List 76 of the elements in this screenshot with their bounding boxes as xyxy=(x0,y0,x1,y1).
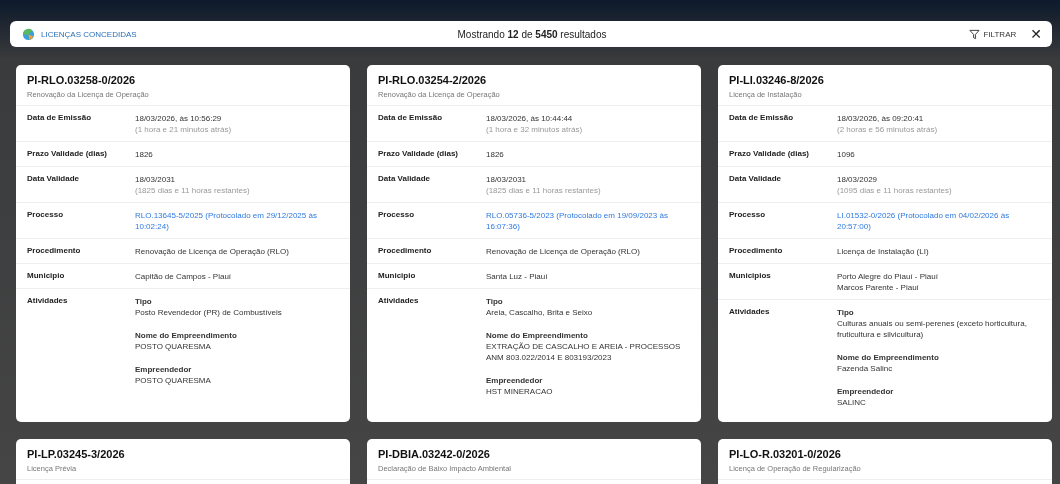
field-label: Procedimento xyxy=(27,246,82,257)
field-label: Processo xyxy=(729,210,767,221)
field-value: Licença de Instalação (LI) xyxy=(837,246,930,257)
license-code: PI-DBIA.03242-0/2026 xyxy=(378,448,491,460)
process-link[interactable]: RLO.13645-5/2025 (Protocolado em 29/12/2025 às 10:02:24) xyxy=(135,210,339,232)
field-value: Marcos Parente - Piauí xyxy=(837,282,920,293)
field-note: (1095 dias e 11 horas restantes) xyxy=(837,185,953,196)
field-value: 1096 xyxy=(837,149,856,160)
field-label: Municipio xyxy=(378,271,417,282)
field-value: 1826 xyxy=(135,149,154,160)
activity-value: Culturas anuais ou semi-perenes (exceto horticultura, fruticultura e silvicultura) xyxy=(837,318,1028,340)
activity-value: Areia, Cascalho, Brita e Seixo xyxy=(486,307,594,318)
process-link[interactable]: RLO.05736-5/2023 (Protocolado em 19/09/2023 às 16:07:36) xyxy=(486,210,690,232)
activity-heading: Empreendedor xyxy=(837,386,895,397)
activity-heading: Tipo xyxy=(486,296,504,307)
activity-value: POSTO QUARESMA xyxy=(135,341,212,352)
field-value: Porto Alegre do Piauí - Piauí xyxy=(837,271,939,282)
activity-value: POSTO QUARESMA xyxy=(135,375,212,386)
filter-button[interactable]: FILTRAR xyxy=(968,28,1017,40)
field-label: Data de Emissão xyxy=(729,113,795,124)
activity-heading: Nome do Empreendimento xyxy=(486,330,589,341)
activity-heading: Nome do Empreendimento xyxy=(135,330,238,341)
field-note: (1825 dias e 11 horas restantes) xyxy=(486,185,602,196)
results-summary: Mostrando 12 de 5450 resultados xyxy=(457,28,607,40)
field-note: (2 horas e 56 minutos atrás) xyxy=(837,124,939,135)
field-label: Processo xyxy=(27,210,65,221)
field-label: Data Validade xyxy=(378,174,432,185)
field-label: Prazo Validade (dias) xyxy=(378,149,460,160)
field-label: Atividades xyxy=(729,307,771,318)
field-value: 18/03/2026, às 10:56:29 xyxy=(135,113,223,124)
activity-heading: Nome do Empreendimento xyxy=(837,352,940,363)
license-code: PI-RLO.03254-2/2026 xyxy=(378,74,488,86)
field-label: Procedimento xyxy=(729,246,784,257)
field-label: Processo xyxy=(378,210,416,221)
field-value: 18/03/2031 xyxy=(135,174,177,185)
field-value: Santa Luz - Piauí xyxy=(486,271,549,282)
filter-icon xyxy=(968,28,980,40)
license-code: PI-LP.03245-3/2026 xyxy=(27,448,126,460)
activity-heading: Tipo xyxy=(837,307,855,318)
process-link[interactable]: LI.01532-0/2026 (Protocolado em 04/02/2026 às 20:57:00) xyxy=(837,210,1041,232)
field-value: 18/03/2026, às 10:44:44 xyxy=(486,113,574,124)
page-title: LICENÇAS CONCEDIDAS xyxy=(41,29,137,39)
field-label: Data de Emissão xyxy=(27,113,93,124)
field-value: Renovação de Licença de Operação (RLO) xyxy=(135,246,290,257)
field-value: 18/03/2029 xyxy=(837,174,879,185)
close-button[interactable]: ✕ xyxy=(1030,27,1042,41)
field-value: Capitão de Campos - Piauí xyxy=(135,271,233,282)
license-code: PI-LO-R.03201-0/2026 xyxy=(729,448,842,460)
field-note: (1 hora e 21 minutos atrás) xyxy=(135,124,233,135)
license-code: PI-LI.03246-8/2026 xyxy=(729,74,825,86)
activity-heading: Empreendedor xyxy=(486,375,544,386)
field-value: 18/03/2031 xyxy=(486,174,528,185)
field-label: Prazo Validade (dias) xyxy=(729,149,811,160)
activity-value: SALINC xyxy=(837,397,867,408)
field-label: Atividades xyxy=(378,296,420,307)
field-value: 18/03/2026, às 09:20:41 xyxy=(837,113,925,124)
logo-icon xyxy=(22,27,35,41)
field-label: Atividades xyxy=(27,296,69,307)
activity-value: HST MINERACAO xyxy=(486,386,554,397)
activity-value: Fazenda Salinc xyxy=(837,363,894,374)
activity-value: Posto Revendedor (PR) de Combustíveis xyxy=(135,307,283,318)
activity-heading: Tipo xyxy=(135,296,153,307)
field-label: Procedimento xyxy=(378,246,433,257)
field-label: Data Validade xyxy=(729,174,783,185)
license-code: PI-RLO.03258-0/2026 xyxy=(27,74,137,86)
field-value: Renovação de Licença de Operação (RLO) xyxy=(486,246,641,257)
field-label: Municipio xyxy=(27,271,66,282)
field-label: Prazo Validade (dias) xyxy=(27,149,109,160)
field-note: (1825 dias e 11 horas restantes) xyxy=(135,185,251,196)
activity-value: EXTRAÇÃO DE CASCALHO E AREIA - PROCESSOS ANM 803.022/2014 E 803193/2023 xyxy=(486,341,682,363)
activity-heading: Empreendedor xyxy=(135,364,193,375)
field-label: Municipios xyxy=(729,271,772,282)
field-value: 1826 xyxy=(486,149,505,160)
field-note: (1 hora e 32 minutos atrás) xyxy=(486,124,584,135)
field-label: Data Validade xyxy=(27,174,81,185)
field-label: Data de Emissão xyxy=(378,113,444,124)
